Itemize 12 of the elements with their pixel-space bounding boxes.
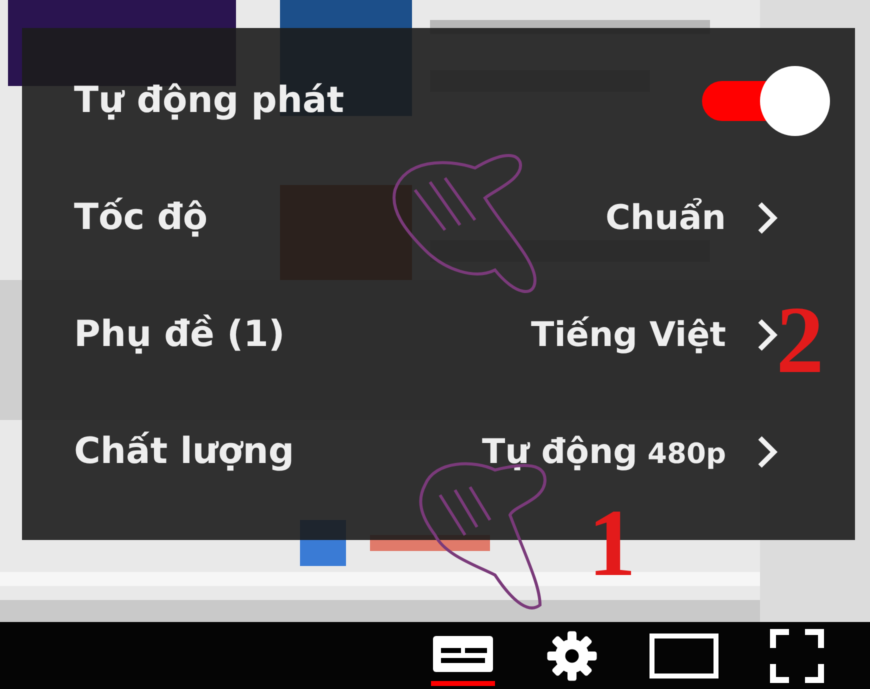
menu-value: Chuẩn: [605, 198, 726, 238]
chevron-right-icon: [756, 434, 780, 468]
menu-label[interactable]: Phụ đề (1): [74, 314, 532, 355]
menu-label[interactable]: Tốc độ: [74, 197, 606, 238]
toggle-switch[interactable]: [702, 66, 830, 136]
annotation-number: 2: [776, 292, 824, 388]
menu-label[interactable]: Tự động phát: [74, 80, 702, 121]
chevron-right-icon: [756, 200, 780, 234]
chevron-right-icon: [756, 318, 780, 352]
menu-value: Tự động 480p: [482, 432, 726, 472]
menu-value: Tiếng Việt: [531, 314, 726, 354]
menu-label[interactable]: Chất lượng: [74, 431, 482, 472]
